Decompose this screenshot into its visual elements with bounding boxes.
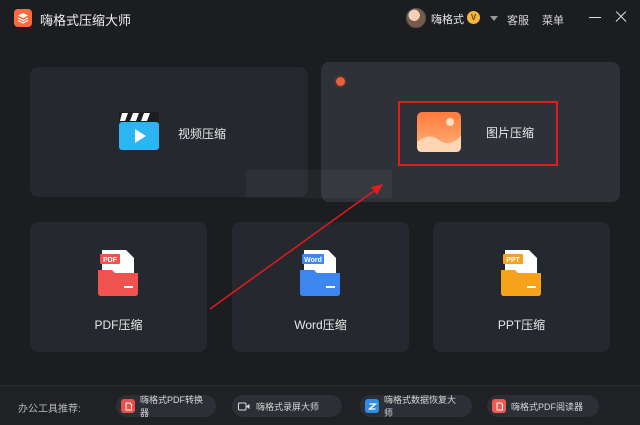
- svg-text:PPT: PPT: [506, 257, 520, 264]
- svg-text:Word: Word: [304, 257, 322, 264]
- ppt-compress-label: PPT压缩: [497, 318, 546, 332]
- vip-badge-icon: V: [467, 11, 480, 24]
- minimize-icon[interactable]: [588, 10, 602, 24]
- user-avatar[interactable]: [406, 8, 426, 28]
- screen-record-icon: [237, 399, 251, 413]
- video-compress-label: 视频压缩: [178, 127, 227, 141]
- tool-data-recovery-label: 嗨格式数据恢复大师: [384, 395, 457, 418]
- word-folder-icon: Word: [300, 250, 340, 296]
- pdf-reader-icon: [492, 399, 506, 413]
- menu-button[interactable]: 菜单: [542, 12, 564, 28]
- ppt-compress-card[interactable]: PPT PPT压缩: [433, 222, 610, 352]
- word-compress-card[interactable]: Word Word压缩: [232, 222, 409, 352]
- tool-data-recovery-button[interactable]: 嗨格式数据恢复大师: [360, 395, 472, 418]
- customer-service-button[interactable]: 客服: [507, 12, 529, 28]
- tool-pdf-converter-button[interactable]: 嗨格式PDF转换器: [116, 395, 216, 418]
- data-recovery-icon: [365, 399, 379, 413]
- tool-pdf-reader-button[interactable]: 嗨格式PDF阅读器: [487, 395, 599, 417]
- user-dropdown-icon[interactable]: [490, 16, 498, 21]
- tool-screen-recorder-button[interactable]: 嗨格式录屏大师: [232, 395, 342, 417]
- tool-pdf-converter-label: 嗨格式PDF转换器: [140, 395, 204, 418]
- footer-label: 办公工具推荐:: [18, 404, 81, 415]
- video-clapper-icon: [119, 112, 159, 150]
- title-bar: 嗨格式压缩大师 嗨格式 V 客服 菜单: [0, 0, 640, 36]
- tool-pdf-reader-label: 嗨格式PDF阅读器: [511, 401, 584, 412]
- pdf-compress-label: PDF压缩: [94, 318, 143, 332]
- svg-text:PDF: PDF: [103, 257, 118, 264]
- highlight-annotation-box: [398, 101, 558, 166]
- word-compress-label: Word压缩: [294, 318, 347, 332]
- app-logo-icon: [14, 9, 32, 27]
- hover-ghost: [246, 170, 392, 198]
- ppt-folder-icon: PPT: [501, 250, 541, 296]
- pdf-converter-icon: [121, 399, 135, 413]
- app-title: 嗨格式压缩大师: [40, 13, 132, 28]
- footer-tools-bar: 办公工具推荐: 嗨格式PDF转换器 嗨格式录屏大师 嗨格式数据恢复大师 嗨格式P…: [0, 385, 640, 425]
- close-icon[interactable]: [614, 10, 628, 24]
- tool-screen-recorder-label: 嗨格式录屏大师: [256, 401, 320, 412]
- status-dot-icon: [336, 77, 345, 86]
- pdf-compress-card[interactable]: PDF PDF压缩: [30, 222, 207, 352]
- user-name[interactable]: 嗨格式: [431, 11, 464, 27]
- pdf-folder-icon: PDF: [98, 250, 138, 296]
